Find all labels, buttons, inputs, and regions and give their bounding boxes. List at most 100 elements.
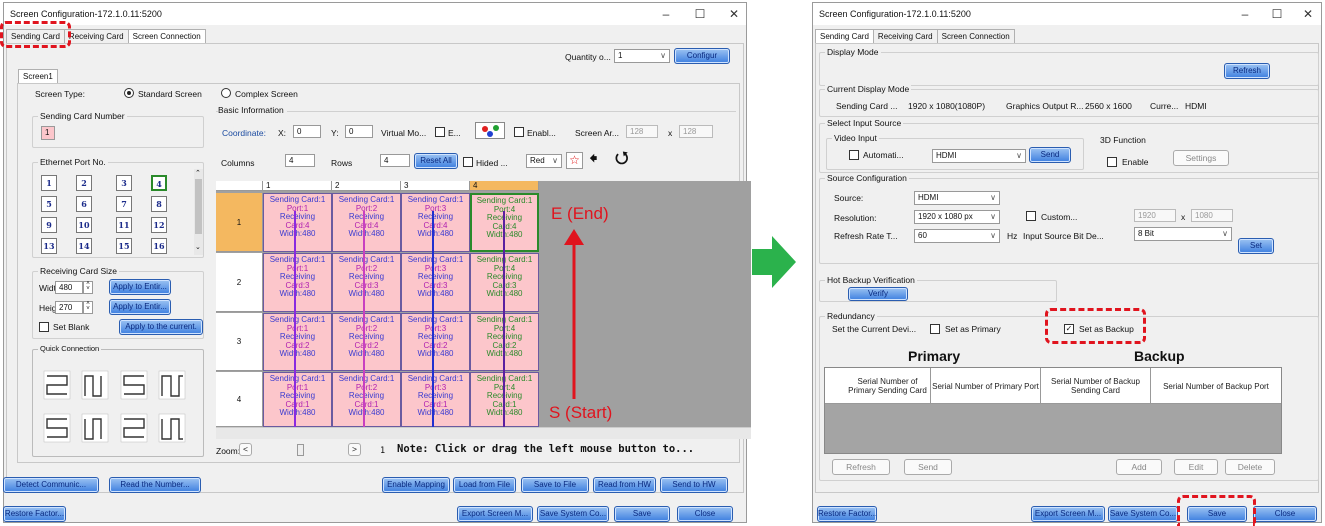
width-field[interactable]: 480 — [55, 281, 83, 294]
send-input-button[interactable]: Send — [1029, 147, 1071, 163]
complex-screen-radio[interactable] — [221, 88, 231, 98]
zoom-slider-thumb[interactable] — [297, 444, 304, 456]
port-scrollbar[interactable]: ⌃ ⌄ — [194, 169, 203, 255]
close-icon[interactable]: ✕ — [720, 6, 748, 22]
grid-hscrollbar[interactable] — [216, 427, 751, 439]
y-field[interactable]: 0 — [345, 125, 373, 138]
star-icon[interactable]: ☆ — [566, 152, 583, 169]
rows-field[interactable]: 4 — [380, 154, 410, 167]
apply-current-button[interactable]: Apply to the current. — [119, 319, 203, 335]
screen-grid[interactable]: 1234 1 Sending Card:1 Port:1 Receiving Card:… — [216, 181, 751, 439]
refresh-table-button[interactable]: Refresh — [832, 459, 890, 475]
set-button[interactable]: Set — [1238, 238, 1274, 254]
tab-sending-card[interactable]: Sending Card — [815, 29, 874, 43]
tab-receiving-card[interactable]: Receiving Card — [63, 29, 129, 43]
settings-button[interactable]: Settings — [1173, 150, 1229, 166]
port-scroll-thumb[interactable] — [195, 179, 202, 234]
resolution-select[interactable]: 1920 x 1080 px — [914, 210, 1000, 224]
columns-field[interactable]: 4 — [285, 154, 315, 167]
source-select[interactable]: HDMI — [914, 191, 1000, 205]
port-button-1[interactable]: 1 — [41, 175, 57, 191]
port-button-14[interactable]: 14 — [76, 238, 92, 254]
video-input-select[interactable]: HDMI — [932, 149, 1026, 163]
read-number-button[interactable]: Read the Number... — [109, 477, 201, 493]
export-screen-button[interactable]: Export Screen M... — [1031, 506, 1105, 522]
export-screen-button[interactable]: Export Screen M... — [457, 506, 533, 522]
quantity-select[interactable]: 1 — [614, 49, 670, 63]
standard-screen-radio[interactable] — [124, 88, 134, 98]
port-button-10[interactable]: 10 — [76, 217, 92, 233]
height-field[interactable]: 270 — [55, 301, 83, 314]
read-from-hw-button[interactable]: Read from HW — [593, 477, 656, 493]
set-blank-checkbox[interactable] — [39, 322, 49, 332]
send-to-hw-button[interactable]: Send to HW — [660, 477, 728, 493]
port-button-12[interactable]: 12 — [151, 217, 167, 233]
zoom-in-button[interactable]: > — [348, 443, 361, 456]
verify-button[interactable]: Verify — [848, 287, 908, 301]
virtual-mode-checkbox[interactable] — [435, 127, 445, 137]
restore-factory-button[interactable]: Restore Factor... — [817, 506, 877, 522]
close-button[interactable]: Close — [1253, 506, 1317, 522]
detect-communication-button[interactable]: Detect Communic... — [3, 477, 99, 493]
refresh-display-button[interactable]: Refresh — [1224, 63, 1270, 79]
port-button-16[interactable]: 16 — [151, 238, 167, 254]
color-select[interactable]: Red — [526, 154, 562, 168]
close-icon[interactable]: ✕ — [1294, 6, 1322, 22]
restore-factory-button[interactable]: Restore Factor... — [3, 506, 66, 522]
save-system-config-button[interactable]: Save System Co... — [537, 506, 609, 522]
screen-height-field[interactable]: 128 — [679, 125, 713, 138]
undo-icon[interactable]: ⭯ — [615, 150, 628, 168]
quick-connection-icons[interactable] — [41, 368, 201, 450]
port-button-2[interactable]: 2 — [76, 175, 92, 191]
port-button-7[interactable]: 7 — [116, 196, 132, 212]
tab-screen-connection[interactable]: Screen Connection — [127, 29, 206, 43]
edit-button[interactable]: Edit — [1174, 459, 1218, 475]
custom-checkbox[interactable] — [1026, 211, 1036, 221]
port-button-4[interactable]: 4 — [151, 175, 167, 191]
add-button[interactable]: Add — [1116, 459, 1162, 475]
load-from-file-button[interactable]: Load from File — [453, 477, 516, 493]
arrow-left-icon[interactable]: 🠸 — [589, 150, 598, 168]
height-stepper[interactable]: ˄ ˅ — [83, 301, 93, 314]
x-field[interactable]: 0 — [293, 125, 321, 138]
port-button-5[interactable]: 5 — [41, 196, 57, 212]
zoom-out-button[interactable]: < — [239, 443, 252, 456]
hided-checkbox[interactable] — [463, 157, 473, 167]
close-button[interactable]: Close — [677, 506, 733, 522]
port-button-8[interactable]: 8 — [151, 196, 167, 212]
sending-card-number-field[interactable]: 1 — [41, 126, 55, 140]
3d-enable-checkbox[interactable] — [1107, 157, 1117, 167]
minimize-icon[interactable]: – — [652, 6, 680, 22]
apply-entire-width-button[interactable]: Apply to Entir... — [109, 279, 171, 295]
save-button[interactable]: Save — [614, 506, 670, 522]
port-button-11[interactable]: 11 — [116, 217, 132, 233]
tab-screen-connection[interactable]: Screen Connection — [936, 29, 1015, 43]
maximize-icon[interactable]: ☐ — [686, 6, 714, 22]
send-table-button[interactable]: Send — [904, 459, 952, 475]
enable-mapping-button[interactable]: Enable Mapping — [382, 477, 450, 493]
tab-screen1[interactable]: Screen1 — [18, 69, 58, 83]
enable-checkbox[interactable] — [514, 127, 524, 137]
custom-width-field[interactable]: 1920 — [1134, 209, 1176, 222]
configure-button[interactable]: Configur — [674, 48, 730, 64]
apply-entire-height-button[interactable]: Apply to Entir... — [109, 299, 171, 315]
port-button-15[interactable]: 15 — [116, 238, 132, 254]
reset-all-button[interactable]: Reset All — [414, 153, 458, 169]
port-button-6[interactable]: 6 — [76, 196, 92, 212]
set-primary-checkbox[interactable] — [930, 324, 940, 334]
port-button-3[interactable]: 3 — [116, 175, 132, 191]
minimize-icon[interactable]: – — [1231, 6, 1259, 22]
refresh-rate-select[interactable]: 60 — [914, 229, 1000, 243]
maximize-icon[interactable]: ☐ — [1263, 6, 1291, 22]
custom-height-field[interactable]: 1080 — [1191, 209, 1233, 222]
color-grid-icon[interactable] — [475, 122, 505, 139]
bit-depth-select[interactable]: 8 Bit — [1134, 227, 1232, 241]
save-system-config-button[interactable]: Save System Co... — [1108, 506, 1178, 522]
automatic-checkbox[interactable] — [849, 150, 859, 160]
save-to-file-button[interactable]: Save to File — [521, 477, 589, 493]
port-button-9[interactable]: 9 — [41, 217, 57, 233]
width-stepper[interactable]: ˄ ˅ — [83, 281, 93, 294]
delete-button[interactable]: Delete — [1225, 459, 1275, 475]
tab-receiving-card[interactable]: Receiving Card — [872, 29, 938, 43]
port-button-13[interactable]: 13 — [41, 238, 57, 254]
